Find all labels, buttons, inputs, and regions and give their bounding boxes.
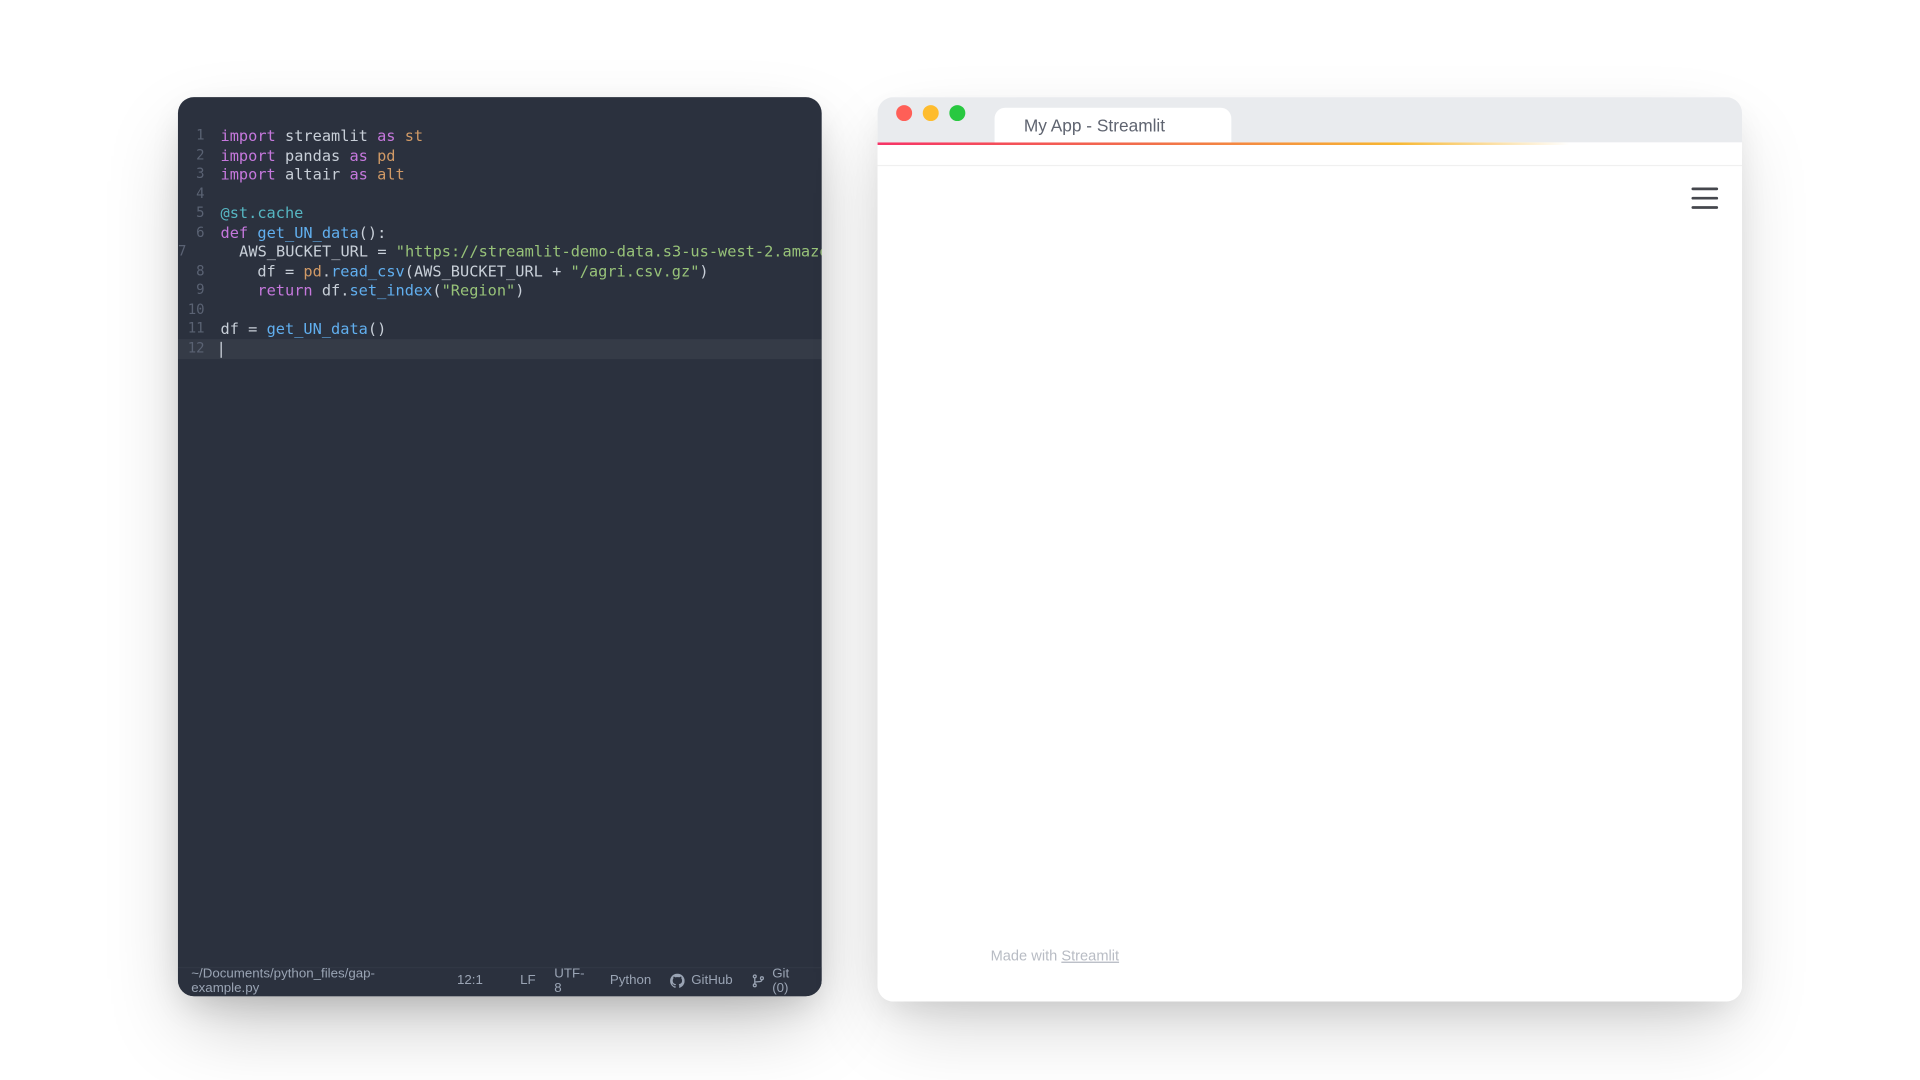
github-icon bbox=[670, 974, 685, 989]
line-number: 11 bbox=[178, 319, 221, 338]
status-encoding[interactable]: UTF-8 bbox=[554, 966, 591, 995]
code-area[interactable]: 1import streamlit as st2import pandas as… bbox=[178, 97, 822, 967]
code-content: AWS_BUCKET_URL = "https://streamlit-demo… bbox=[202, 242, 821, 261]
line-number: 10 bbox=[178, 300, 221, 319]
code-content bbox=[221, 339, 222, 360]
status-cursor-position: 12:1 bbox=[457, 974, 483, 989]
code-line[interactable]: 2import pandas as pd bbox=[178, 146, 822, 165]
browser-panel: My App - Streamlit Made with Streamlit bbox=[878, 97, 1743, 1001]
line-number: 4 bbox=[178, 184, 221, 203]
status-github[interactable]: GitHub bbox=[670, 974, 733, 989]
git-branch-icon bbox=[751, 974, 765, 989]
status-language[interactable]: Python bbox=[610, 974, 651, 989]
line-number: 5 bbox=[178, 204, 221, 223]
line-number: 7 bbox=[178, 242, 202, 261]
browser-tab[interactable]: My App - Streamlit bbox=[995, 108, 1232, 143]
code-line[interactable]: 12 bbox=[178, 339, 822, 360]
code-line[interactable]: 4 bbox=[178, 184, 822, 203]
line-number: 12 bbox=[178, 339, 221, 358]
code-content: df = pd.read_csv(AWS_BUCKET_URL + "/agri… bbox=[221, 261, 709, 280]
app-body: Made with Streamlit bbox=[878, 166, 1743, 1001]
editor-status-bar: ~/Documents/python_files/gap-example.py … bbox=[178, 967, 822, 996]
hamburger-menu-button[interactable] bbox=[1692, 188, 1719, 209]
browser-tab-title: My App - Streamlit bbox=[1024, 115, 1165, 135]
streamlit-link[interactable]: Streamlit bbox=[1061, 948, 1119, 964]
code-content: df = get_UN_data() bbox=[221, 319, 387, 338]
text-cursor bbox=[221, 341, 222, 357]
code-line[interactable]: 10 bbox=[178, 300, 822, 319]
status-git[interactable]: Git (0) bbox=[751, 966, 808, 995]
code-content: import pandas as pd bbox=[221, 146, 396, 165]
status-line-ending[interactable]: LF bbox=[520, 974, 536, 989]
code-line[interactable]: 7 AWS_BUCKET_URL = "https://streamlit-de… bbox=[178, 242, 822, 261]
code-editor-panel: 1import streamlit as st2import pandas as… bbox=[178, 97, 822, 996]
window-close-button[interactable] bbox=[896, 105, 912, 121]
code-content: def get_UN_data(): bbox=[221, 223, 387, 242]
window-zoom-button[interactable] bbox=[949, 105, 965, 121]
window-minimize-button[interactable] bbox=[923, 105, 939, 121]
line-number: 1 bbox=[178, 126, 221, 145]
hamburger-line-icon bbox=[1692, 188, 1719, 191]
hamburger-line-icon bbox=[1692, 206, 1719, 209]
line-number: 8 bbox=[178, 261, 221, 280]
code-line[interactable]: 9 return df.set_index("Region") bbox=[178, 281, 822, 300]
code-line[interactable]: 3import altair as alt bbox=[178, 165, 822, 184]
code-content: @st.cache bbox=[221, 204, 304, 223]
code-line[interactable]: 11df = get_UN_data() bbox=[178, 319, 822, 338]
code-content: import streamlit as st bbox=[221, 126, 424, 145]
window-controls bbox=[896, 97, 965, 142]
hamburger-line-icon bbox=[1692, 197, 1719, 200]
code-content: return df.set_index("Region") bbox=[221, 281, 525, 300]
status-filepath: ~/Documents/python_files/gap-example.py bbox=[191, 966, 438, 995]
code-content: import altair as alt bbox=[221, 165, 405, 184]
line-number: 3 bbox=[178, 165, 221, 184]
code-line[interactable]: 5@st.cache bbox=[178, 204, 822, 223]
code-line[interactable]: 6def get_UN_data(): bbox=[178, 223, 822, 242]
code-line[interactable]: 8 df = pd.read_csv(AWS_BUCKET_URL + "/ag… bbox=[178, 261, 822, 280]
browser-toolbar bbox=[878, 142, 1743, 166]
line-number: 2 bbox=[178, 146, 221, 165]
footer-credit: Made with Streamlit bbox=[991, 948, 1119, 964]
line-number: 9 bbox=[178, 281, 221, 300]
page-loading-bar bbox=[878, 142, 1570, 145]
code-line[interactable]: 1import streamlit as st bbox=[178, 126, 822, 145]
line-number: 6 bbox=[178, 223, 221, 242]
browser-chrome: My App - Streamlit bbox=[878, 97, 1743, 142]
